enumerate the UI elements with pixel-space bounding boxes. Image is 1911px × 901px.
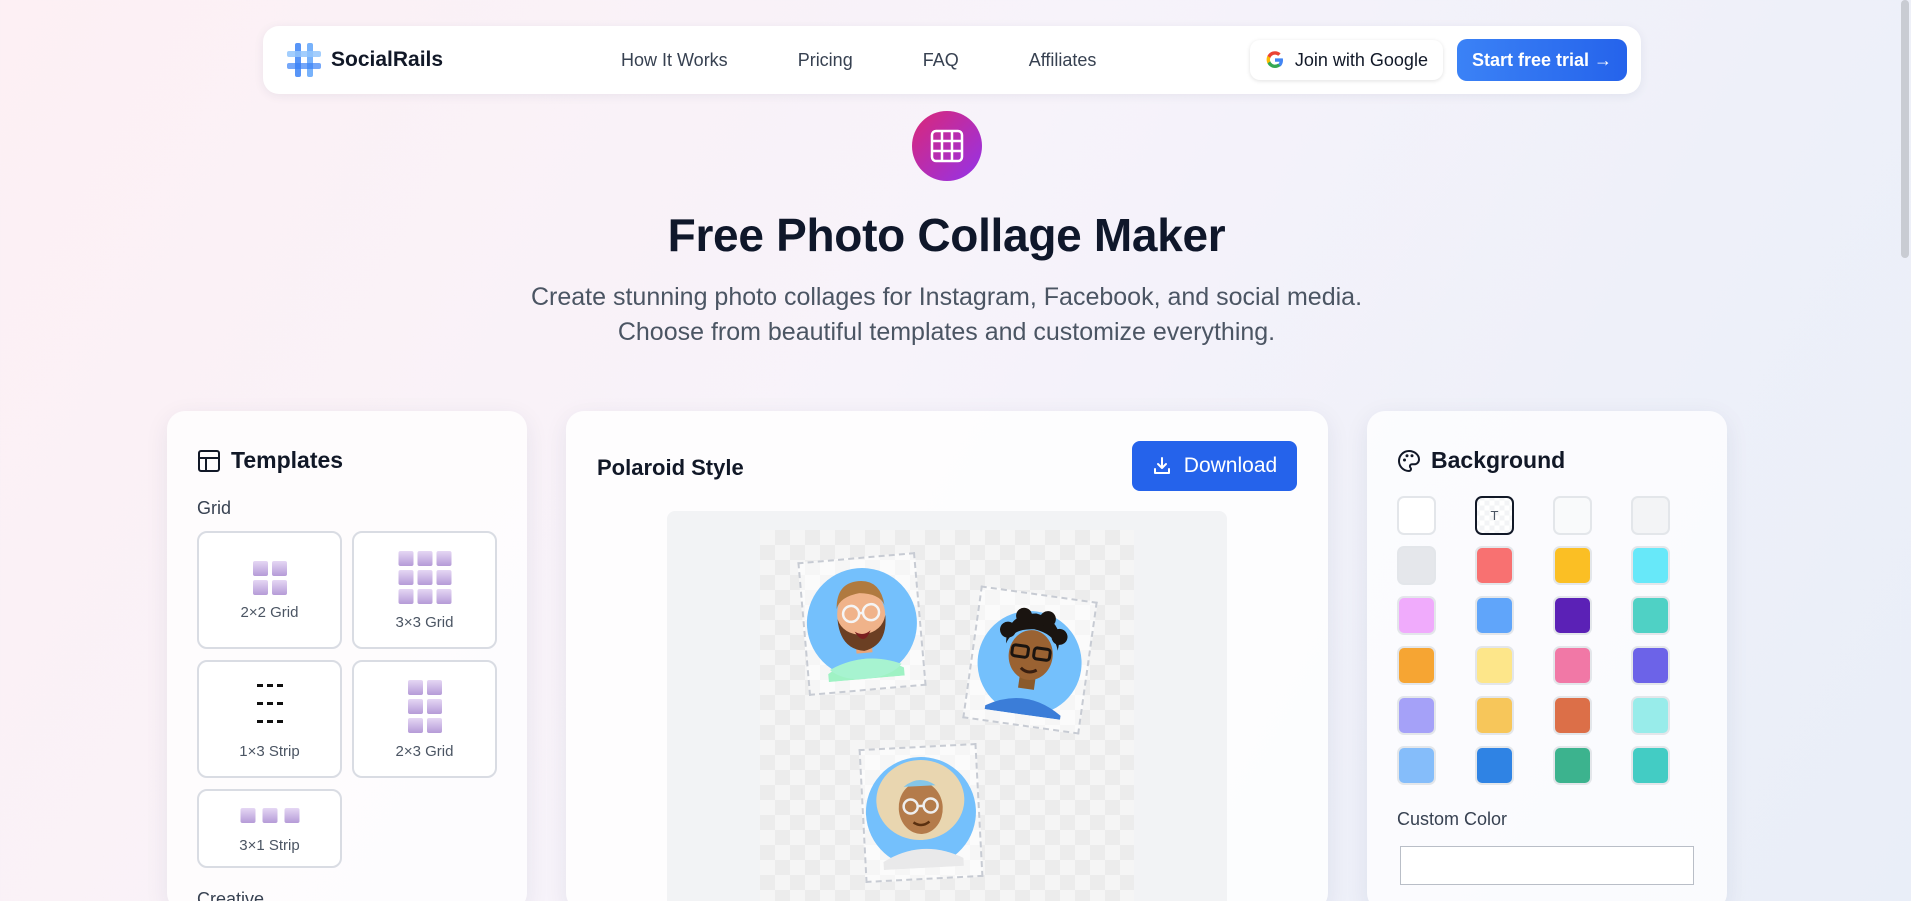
color-swatch[interactable] xyxy=(1475,546,1514,585)
nav-link-how-it-works[interactable]: How It Works xyxy=(621,50,728,71)
page-scrollbar[interactable] xyxy=(1901,0,1909,258)
template-label: 2×3 Grid xyxy=(395,743,454,760)
color-swatch[interactable] xyxy=(1553,646,1592,685)
template-2x3-preview xyxy=(407,680,442,733)
page-title: Free Photo Collage Maker xyxy=(667,209,1226,261)
color-swatch[interactable] xyxy=(1397,546,1436,585)
color-swatch[interactable] xyxy=(1631,596,1670,635)
swatch-transparent-label: T xyxy=(1490,508,1499,523)
brand-name: SocialRails xyxy=(331,48,444,71)
photo-slot-2[interactable] xyxy=(962,585,1098,735)
download-icon xyxy=(1153,457,1170,474)
section-label-grid: Grid xyxy=(197,498,232,518)
nav-link-faq[interactable]: FAQ xyxy=(923,50,959,71)
google-icon xyxy=(1266,51,1283,68)
color-swatch[interactable] xyxy=(1397,496,1436,535)
custom-color-label: Custom Color xyxy=(1397,809,1508,829)
avatar-bearded-man xyxy=(806,568,917,683)
collage-title: Polaroid Style xyxy=(597,455,744,480)
section-label-creative: Creative xyxy=(197,889,265,901)
template-2x2-grid[interactable]: 2×2 Grid xyxy=(197,531,342,649)
download-label: Download xyxy=(1183,454,1278,477)
avatar-curly-hair-man xyxy=(977,607,1082,720)
template-label: 2×2 Grid xyxy=(240,604,299,621)
nav-link-affiliates[interactable]: Affiliates xyxy=(1029,50,1097,71)
nav-actions: Join with Google Start free trial → xyxy=(1249,39,1627,81)
templates-heading-label: Templates xyxy=(231,447,344,473)
custom-color-input[interactable] xyxy=(1400,846,1694,885)
template-2x3-grid[interactable]: 2×3 Grid xyxy=(352,660,497,778)
template-3x1-strip[interactable]: 3×1 Strip xyxy=(197,789,342,868)
color-swatch[interactable] xyxy=(1553,496,1592,535)
color-swatch[interactable] xyxy=(1631,496,1670,535)
brand[interactable]: SocialRails xyxy=(285,41,443,79)
color-swatch[interactable] xyxy=(1631,696,1670,735)
color-swatch[interactable] xyxy=(1631,746,1670,785)
avatar-older-woman xyxy=(865,757,976,871)
color-swatch[interactable] xyxy=(1553,546,1592,585)
template-3x3-grid[interactable]: 3×3 Grid xyxy=(352,531,497,649)
page-subtitle: Create stunning photo collages for Insta… xyxy=(530,283,1363,346)
color-swatch[interactable] xyxy=(1475,696,1514,735)
palette-icon xyxy=(1398,449,1421,472)
hashtag-logo-icon xyxy=(287,43,321,77)
color-swatch[interactable] xyxy=(1397,746,1436,785)
swatch-transparent[interactable]: T xyxy=(1475,496,1514,535)
template-label: 3×1 Strip xyxy=(239,837,300,854)
color-swatch[interactable] xyxy=(1631,646,1670,685)
background-heading: Background xyxy=(1397,447,1565,474)
color-swatch[interactable] xyxy=(1553,596,1592,635)
color-swatch[interactable] xyxy=(1553,746,1592,785)
join-with-google-label: Join with Google xyxy=(1294,49,1428,70)
top-navigation: SocialRails How It Works Pricing FAQ Aff… xyxy=(263,26,1641,94)
start-free-trial-button[interactable]: Start free trial → xyxy=(1456,39,1627,81)
template-label: 1×3 Strip xyxy=(239,743,300,760)
template-3x3-preview xyxy=(398,551,451,604)
color-swatch[interactable] xyxy=(1631,546,1670,585)
color-swatch[interactable] xyxy=(1397,646,1436,685)
join-with-google-button[interactable]: Join with Google xyxy=(1249,40,1443,80)
download-button[interactable]: Download xyxy=(1132,441,1297,491)
template-3x1-preview xyxy=(240,808,299,823)
template-1x3-preview xyxy=(256,684,283,723)
template-1x3-strip[interactable]: 1×3 Strip xyxy=(197,660,342,778)
template-label: 3×3 Grid xyxy=(395,614,454,631)
template-2x2-preview xyxy=(252,561,287,595)
collage-grid-icon xyxy=(912,111,982,181)
nav-link-pricing[interactable]: Pricing xyxy=(798,50,853,71)
background-heading-label: Background xyxy=(1431,447,1566,473)
photo-slot-3[interactable] xyxy=(858,743,984,883)
layout-icon xyxy=(198,449,220,472)
templates-heading: Templates xyxy=(197,447,343,474)
nav-links: How It Works Pricing FAQ Affiliates xyxy=(621,50,1166,71)
color-swatch[interactable] xyxy=(1397,696,1436,735)
color-swatch[interactable] xyxy=(1475,596,1514,635)
photo-slot-1[interactable] xyxy=(797,552,927,696)
color-swatch[interactable] xyxy=(1553,696,1592,735)
color-swatch[interactable] xyxy=(1397,596,1436,635)
color-swatch[interactable] xyxy=(1475,746,1514,785)
color-swatch[interactable] xyxy=(1475,646,1514,685)
